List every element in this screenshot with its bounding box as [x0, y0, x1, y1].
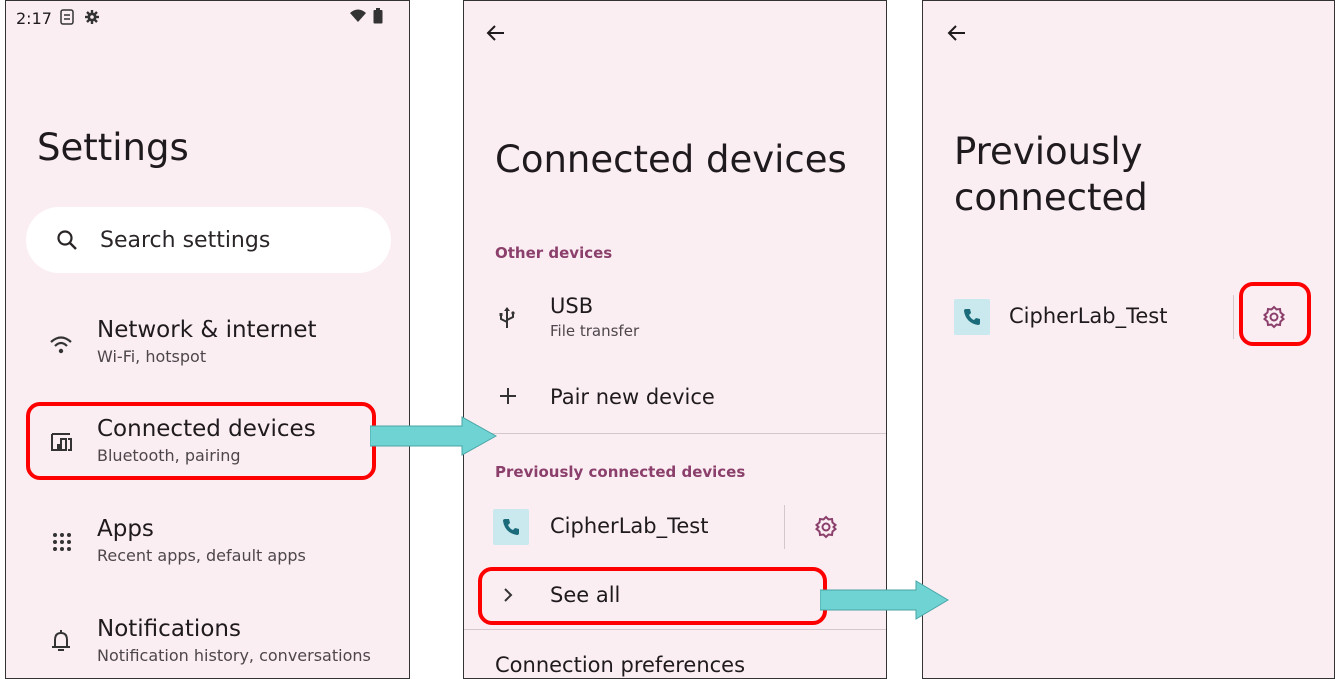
- divider: [464, 629, 886, 630]
- connected-devices-screen: Connected devices Other devices USB File…: [463, 0, 887, 679]
- divider: [464, 433, 886, 434]
- settings-item-network[interactable]: Network & internet Wi-Fi, hotspot: [6, 317, 406, 377]
- highlight-see-all: [478, 567, 827, 625]
- page-title: Settings: [37, 126, 189, 169]
- device-tile: [493, 509, 529, 545]
- wifi-icon: [50, 336, 72, 354]
- page-title-line2: connected: [954, 176, 1148, 220]
- settings-screen: 2:17 Settings Search settings Network & …: [5, 0, 410, 679]
- plus-icon: [500, 388, 516, 404]
- status-icons-left: [60, 9, 100, 25]
- highlight-gear: [1239, 282, 1311, 346]
- phone-icon: [503, 519, 519, 535]
- connection-preferences-item[interactable]: Connection preferences: [495, 653, 745, 677]
- bell-icon: [52, 630, 70, 651]
- usb-subtitle: File transfer: [550, 322, 640, 340]
- apps-grid-icon: [53, 533, 71, 551]
- usb-item[interactable]: USB File transfer: [464, 294, 886, 354]
- status-time: 2:17: [16, 9, 52, 28]
- search-bar[interactable]: Search settings: [26, 207, 391, 273]
- settings-item-title: Notifications: [97, 616, 241, 642]
- status-icons-right: [349, 8, 383, 24]
- settings-item-title: Apps: [97, 516, 154, 542]
- flow-arrow-2: [820, 580, 949, 620]
- device-tile: [954, 299, 990, 335]
- page-title: Connected devices: [495, 138, 847, 181]
- page-title-line1: Previously: [954, 130, 1143, 173]
- search-icon: [57, 230, 77, 250]
- device-row[interactable]: CipherLab_Test: [464, 505, 886, 549]
- settings-item-subtitle: Recent apps, default apps: [97, 546, 306, 565]
- section-header-other: Other devices: [495, 244, 613, 262]
- pair-new-device-item[interactable]: Pair new device: [464, 383, 886, 419]
- sim-icon: [60, 9, 74, 25]
- usb-icon: [499, 307, 515, 328]
- highlight-connected-devices: [26, 402, 376, 480]
- wifi-status-icon: [350, 9, 366, 22]
- gear-icon: [85, 10, 99, 24]
- flow-arrow-1: [370, 416, 498, 456]
- settings-item-apps[interactable]: Apps Recent apps, default apps: [6, 516, 406, 576]
- device-name: CipherLab_Test: [1009, 304, 1168, 328]
- device-name: CipherLab_Test: [550, 514, 709, 538]
- back-arrow-icon[interactable]: [947, 24, 967, 42]
- previously-connected-screen: Previously connected CipherLab_Test: [922, 0, 1335, 679]
- battery-icon: [373, 8, 383, 24]
- settings-item-subtitle: Notification history, conversations: [97, 646, 371, 665]
- search-placeholder: Search settings: [100, 227, 271, 253]
- settings-item-notifications[interactable]: Notifications Notification history, conv…: [6, 616, 406, 676]
- usb-title: USB: [550, 294, 594, 318]
- back-arrow-icon[interactable]: [486, 24, 506, 42]
- phone-icon: [964, 309, 980, 325]
- settings-item-subtitle: Wi-Fi, hotspot: [97, 347, 207, 366]
- pair-new-device-label: Pair new device: [550, 385, 715, 409]
- settings-item-title: Network & internet: [97, 317, 317, 343]
- vertical-separator: [1233, 295, 1234, 339]
- vertical-separator: [784, 505, 785, 549]
- section-header-previous: Previously connected devices: [495, 463, 746, 481]
- gear-icon[interactable]: [814, 515, 838, 539]
